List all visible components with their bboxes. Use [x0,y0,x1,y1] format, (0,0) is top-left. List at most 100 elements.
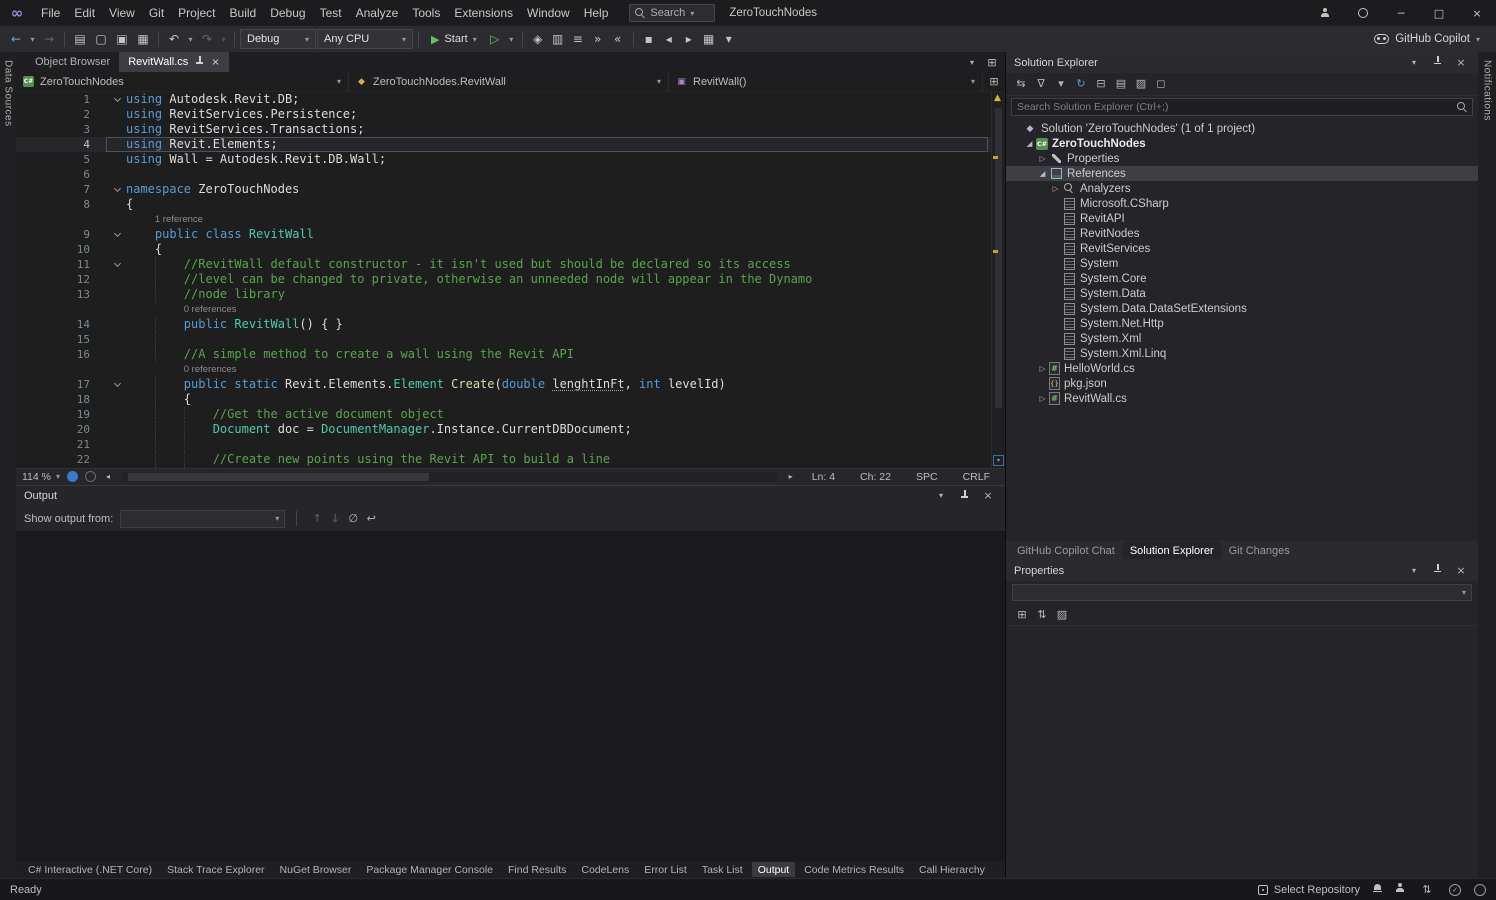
collapse-arrow-icon[interactable]: ◢ [1036,169,1049,178]
account-icon[interactable] [1306,0,1344,26]
menu-tools[interactable]: Tools [405,0,447,26]
tree-item-microsoft-csharp[interactable]: Microsoft.CSharp [1006,196,1478,211]
tree-item-system-xml-linq[interactable]: System.Xml.Linq [1006,346,1478,361]
tree-item-pkg-json[interactable]: pkg.json [1006,376,1478,391]
filter-dropdown-icon[interactable]: ▾ [1052,75,1070,93]
tool-tab-package-manager-console[interactable]: Package Manager Console [360,862,499,877]
window-layout-icon[interactable]: ⊞ [983,54,1001,72]
tree-item-zerotouchnodes[interactable]: ◢ZeroTouchNodes [1006,136,1478,151]
expand-arrow-icon[interactable]: ▷ [1036,154,1049,163]
tool-tab-call-hierarchy[interactable]: Call Hierarchy [913,862,991,877]
next-message-icon[interactable]: ↓ [326,510,344,528]
previous-message-icon[interactable]: ↑ [308,510,326,528]
menu-extensions[interactable]: Extensions [447,0,520,26]
solution-configurations-select[interactable]: Debug ▾ [240,29,316,49]
save-icon[interactable]: ▣ [112,28,132,50]
menu-view[interactable]: View [102,0,142,26]
tool-tab-codelens[interactable]: CodeLens [575,862,635,877]
undo-dropdown-icon[interactable]: ▾ [185,28,196,50]
tree-item-revitnodes[interactable]: RevitNodes [1006,226,1478,241]
active-documents-dropdown-icon[interactable]: ▾ [963,54,981,72]
menu-project[interactable]: Project [171,0,222,26]
menu-test[interactable]: Test [313,0,349,26]
window-position-icon[interactable]: ▾ [932,487,950,505]
tree-item-references[interactable]: ◢References [1006,166,1478,181]
next-bookmark-icon[interactable]: ▸ [679,28,699,50]
menu-help[interactable]: Help [577,0,616,26]
sync-arrows-icon[interactable]: ⇅ [1418,881,1436,899]
panel-tab-github-copilot-chat[interactable]: GitHub Copilot Chat [1010,542,1122,559]
codelens-indicator[interactable]: 0 references [16,302,991,317]
tool-tab-task-list[interactable]: Task List [696,862,749,877]
navigate-forward-icon[interactable]: → [39,28,59,50]
search-box[interactable]: Search ▾ [629,4,715,22]
redo-icon[interactable]: ↷ [197,28,217,50]
tree-item-revitservices[interactable]: RevitServices [1006,241,1478,256]
properties-object-select[interactable]: ▾ [1012,584,1472,601]
account-status-icon[interactable] [1395,883,1405,896]
redo-dropdown-icon[interactable]: ▾ [218,28,229,50]
toolbar-options-icon[interactable]: ▾ [719,28,739,50]
tree-item-system-core[interactable]: System.Core [1006,271,1478,286]
tree-item-revitwall-cs[interactable]: ▷RevitWall.cs [1006,391,1478,406]
expand-arrow-icon[interactable]: ▷ [1036,364,1049,373]
column-indicator[interactable]: Ch: 22 [851,471,900,483]
close-icon[interactable]: × [979,487,997,505]
tool-tab-c-interactive-net-core[interactable]: C# Interactive (.NET Core) [22,862,158,877]
tree-item-system-xml[interactable]: System.Xml [1006,331,1478,346]
output-source-select[interactable]: ▾ [120,510,285,528]
window-position-icon[interactable]: ▾ [1405,562,1423,580]
tool-tab-error-list[interactable]: Error List [638,862,693,877]
sync-with-active-document-icon[interactable]: ⇆ [1012,75,1030,93]
tree-item-system-data[interactable]: System.Data [1006,286,1478,301]
menu-debug[interactable]: Debug [263,0,312,26]
tool-tab-nuget-browser[interactable]: NuGet Browser [274,862,358,877]
codelens-indicator[interactable]: 1 reference [16,212,991,227]
fold-chevron-icon[interactable] [110,377,124,392]
outdent-icon[interactable]: « [608,28,628,50]
zoom-select[interactable]: 114 % ▾ [22,471,60,483]
collapse-all-icon[interactable]: ⊟ [1092,75,1110,93]
fold-chevron-icon[interactable] [110,257,124,272]
split-editor-icon[interactable]: ⊞ [983,73,1005,91]
expand-arrow-icon[interactable]: ▷ [1036,394,1049,403]
collapse-arrow-icon[interactable]: ◢ [1023,139,1036,148]
build-status-icon[interactable]: ✓ [1449,884,1461,896]
code-editor[interactable]: 1using Autodesk.Revit.DB;2using RevitSer… [16,92,991,468]
alphabetical-icon[interactable]: ⇅ [1033,606,1051,624]
tree-item-system[interactable]: System [1006,256,1478,271]
tab-revitwall-cs[interactable]: RevitWall.cs× [119,52,229,72]
select-repository-button[interactable]: Select Repository [1258,884,1360,896]
feedback-icon[interactable] [1344,0,1382,26]
tree-item-helloworld-cs[interactable]: ▷HelloWorld.cs [1006,361,1478,376]
pin-icon[interactable] [960,490,969,503]
tree-item-properties[interactable]: ▷Properties [1006,151,1478,166]
hscroll-thumb[interactable] [128,473,429,481]
breadcrumb-item-zerotouchnodes-revitwall[interactable]: ZeroTouchNodes.RevitWall▾ [349,72,669,91]
breadcrumb-item-revitwall[interactable]: RevitWall()▾ [669,72,983,91]
pin-icon[interactable] [1433,56,1442,69]
tree-item-analyzers[interactable]: ▷Analyzers [1006,181,1478,196]
clear-all-icon[interactable]: ∅ [344,510,362,528]
open-file-icon[interactable]: ▢ [91,28,111,50]
close-button[interactable]: × [1458,0,1496,26]
tree-item-system-net-http[interactable]: System.Net.Http [1006,316,1478,331]
tool-tab-output[interactable]: Output [752,862,796,877]
expand-arrow-icon[interactable]: ▷ [1049,184,1062,193]
tool-tab-find-results[interactable]: Find Results [502,862,572,877]
scrollbar-options-icon[interactable]: ▾ [993,455,1004,466]
tree-item-system-data-datasetextensions[interactable]: System.Data.DataSetExtensions [1006,301,1478,316]
solution-platforms-select[interactable]: Any CPU ▾ [317,29,413,49]
menu-window[interactable]: Window [520,0,577,26]
refresh-icon[interactable]: ↻ [1072,75,1090,93]
run-dropdown-icon[interactable]: ▾ [506,28,517,50]
menu-file[interactable]: File [34,0,67,26]
editor-vertical-scrollbar[interactable]: ▲ ▾ [991,92,1005,468]
tool-tab-code-metrics-results[interactable]: Code Metrics Results [798,862,910,877]
scroll-right-icon[interactable]: ▸ [786,468,796,486]
bookmarks-window-icon[interactable]: ▦ [699,28,719,50]
show-structure-icon[interactable]: ≡ [568,28,588,50]
pin-icon[interactable] [195,56,204,69]
panel-tab-git-changes[interactable]: Git Changes [1222,542,1297,559]
live-share-presence-icon[interactable] [67,471,78,482]
